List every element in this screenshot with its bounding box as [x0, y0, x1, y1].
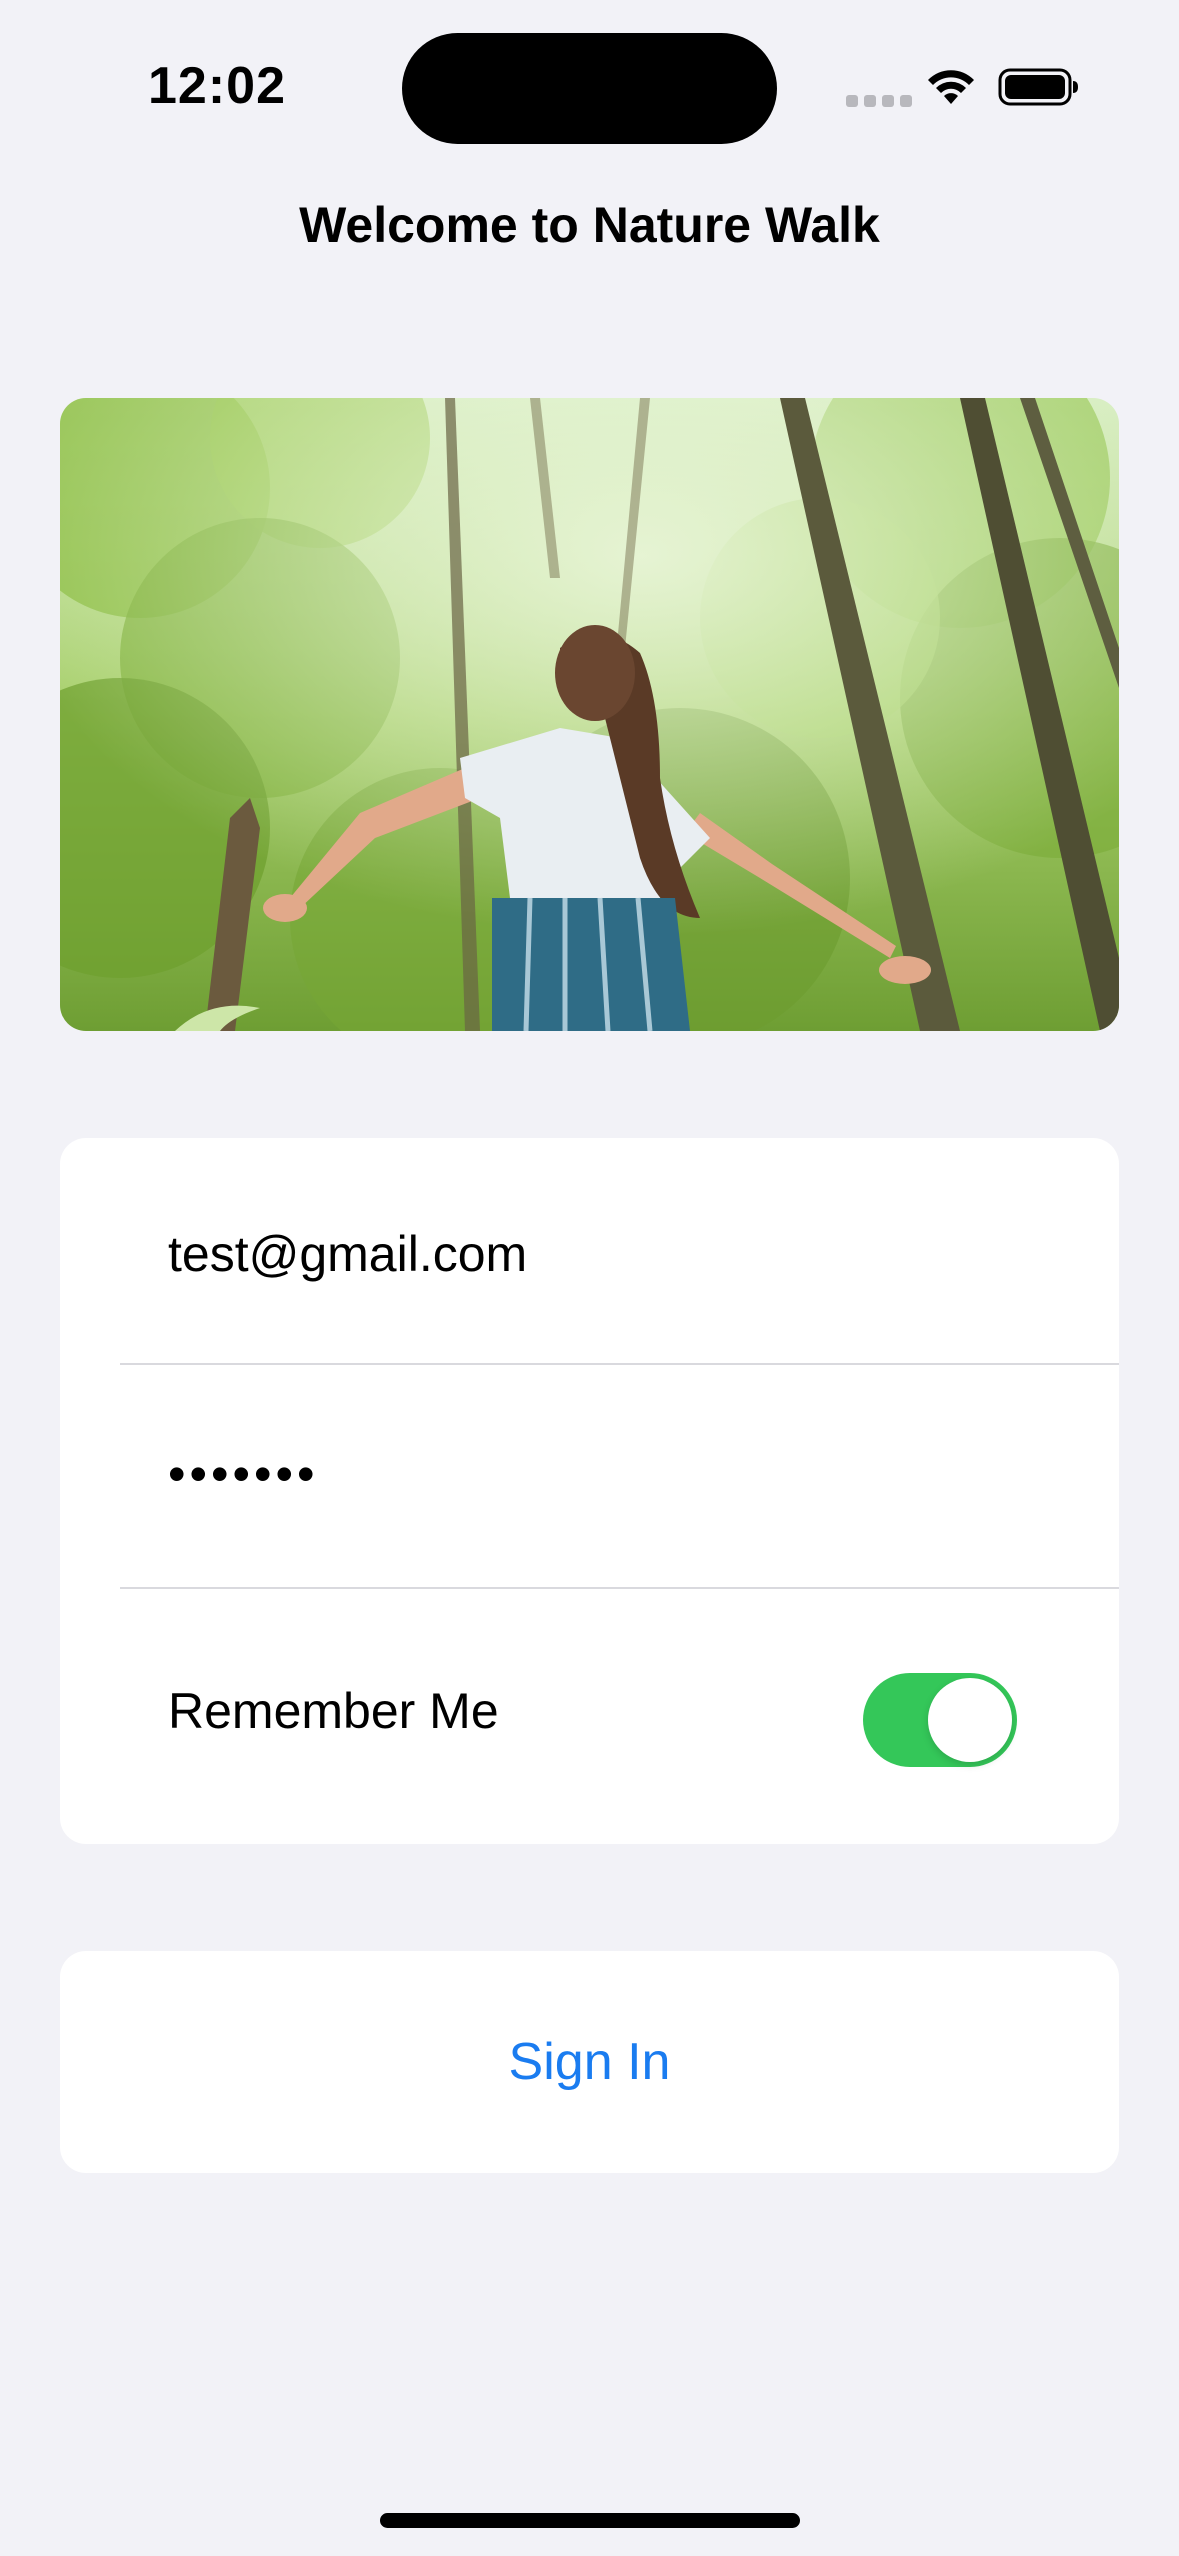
email-field[interactable] — [168, 1214, 1028, 1294]
email-row — [60, 1138, 1119, 1364]
home-indicator[interactable] — [380, 2513, 800, 2528]
wifi-icon — [928, 70, 974, 104]
remember-me-row: Remember Me — [60, 1588, 1119, 1844]
page-title: Welcome to Nature Walk — [299, 197, 880, 253]
toggle-knob — [928, 1678, 1012, 1762]
password-field[interactable] — [168, 1434, 1028, 1514]
status-time: 12:02 — [148, 57, 286, 115]
password-row — [60, 1364, 1119, 1588]
sign-in-card: Sign In — [60, 1951, 1119, 2173]
login-form-card: Remember Me — [60, 1138, 1119, 1844]
remember-me-label: Remember Me — [168, 1683, 499, 1739]
remember-me-toggle[interactable] — [863, 1673, 1017, 1767]
cellular-signal-icon — [846, 95, 912, 107]
hero-photo — [60, 398, 1119, 1031]
dynamic-island — [402, 33, 777, 144]
battery-icon — [998, 68, 1078, 106]
sign-in-button[interactable]: Sign In — [60, 1951, 1119, 2173]
